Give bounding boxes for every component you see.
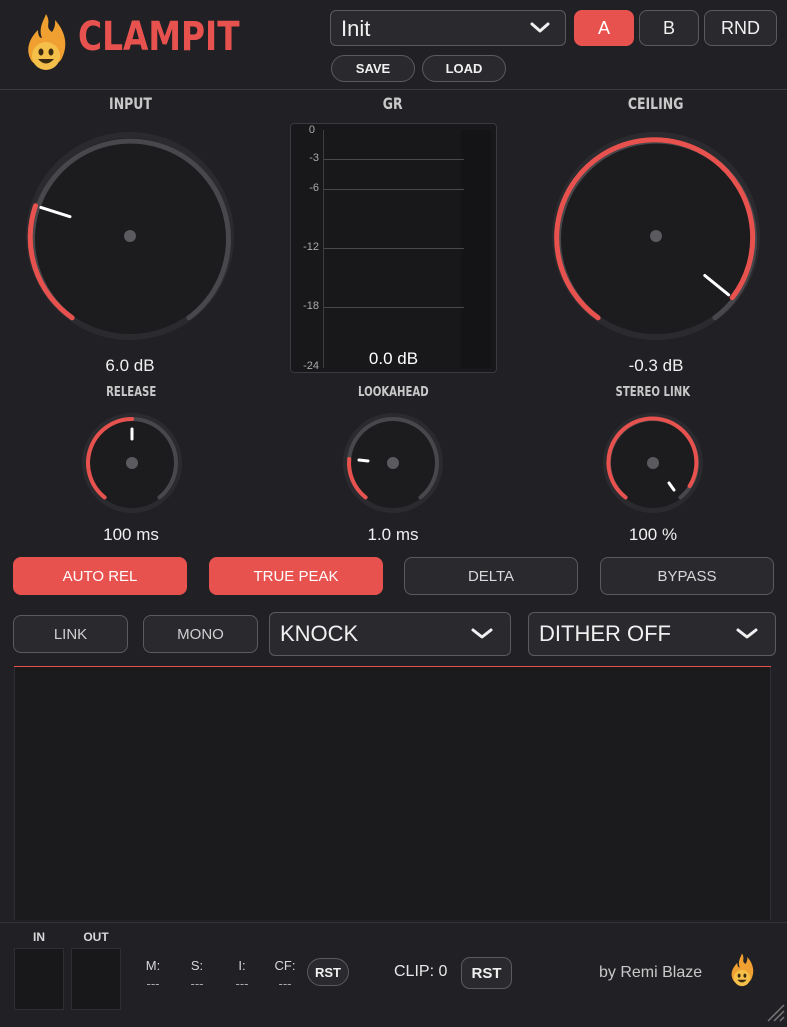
gr-scale-line [323, 130, 324, 368]
input-knob-label: INPUT [108, 94, 152, 113]
gr-scale-tick-6: -6 [309, 182, 319, 194]
gr-scale-tick-12: -12 [303, 241, 319, 253]
gr-scale-tick-24: -24 [303, 360, 319, 372]
gr-scale-tick-3: -3 [309, 152, 319, 164]
lookahead-knob-label: LOOKAHEAD [357, 385, 429, 400]
stat-cf-label: CF: [274, 958, 296, 973]
link-label: LINK [53, 625, 88, 643]
auto-rel-label: AUTO REL [62, 567, 138, 585]
waveform-display [14, 667, 771, 920]
preset-name: Init [341, 16, 371, 41]
clip-counter: CLIP: 0 [394, 963, 448, 980]
stat-s-value: --- [190, 976, 204, 991]
lookahead-knob[interactable] [341, 411, 445, 515]
resize-grip-icon[interactable] [763, 1000, 785, 1022]
ab-b-button[interactable]: B [639, 10, 699, 46]
rnd-label: RND [721, 17, 760, 38]
stat-i-value: --- [235, 976, 249, 991]
mono-label: MONO [177, 625, 224, 643]
true-peak-button[interactable]: TRUE PEAK [209, 557, 383, 595]
dither-dropdown[interactable]: DITHER OFF [528, 612, 776, 656]
footer-divider [0, 922, 787, 923]
ceiling-knob-label: CEILING [628, 94, 684, 113]
save-label: SAVE [355, 61, 391, 76]
gr-meter-label: GR [383, 94, 403, 113]
ab-a-label: A [597, 17, 610, 38]
delta-label: DELTA [467, 567, 515, 585]
ab-b-label: B [662, 17, 675, 38]
gr-meter-value: 0.0 dB [368, 349, 419, 368]
true-peak-label: TRUE PEAK [253, 567, 339, 585]
chevron-down-icon [470, 627, 494, 646]
input-knob-value: 6.0 dB [105, 356, 155, 375]
auto-rel-button[interactable]: AUTO REL [13, 557, 187, 595]
gr-meter: 0 -3 -6 -12 -18 -24 0.0 dB [290, 123, 497, 373]
clip-reset-label: RST [471, 964, 502, 982]
out-meter [71, 948, 121, 1010]
dither-dropdown-value: DITHER OFF [539, 621, 671, 646]
release-knob-label: RELEASE [105, 385, 157, 400]
stereo-link-knob[interactable] [601, 411, 705, 515]
stat-m-label: M: [145, 958, 161, 973]
lookahead-knob-value: 1.0 ms [367, 525, 419, 544]
ceiling-knob-value: -0.3 dB [628, 356, 684, 375]
out-meter-label: OUT [83, 930, 109, 944]
input-knob[interactable] [20, 126, 240, 346]
gr-gridline [324, 248, 464, 249]
gr-gridline [324, 159, 464, 160]
gr-meter-bar-track [461, 130, 491, 368]
link-button[interactable]: LINK [13, 615, 128, 653]
preset-dropdown[interactable]: Init [330, 10, 566, 46]
mode-dropdown-value: KNOCK [280, 621, 359, 646]
stats-reset-label: RST [315, 964, 341, 980]
app-title: CLAMPIT [78, 14, 240, 60]
release-knob-value: 100 ms [103, 525, 159, 544]
gr-scale-tick-18: -18 [303, 300, 319, 312]
stat-m-value: --- [146, 976, 160, 991]
stat-cf-value: --- [278, 976, 292, 991]
header-divider [0, 89, 787, 90]
bypass-button[interactable]: BYPASS [600, 557, 774, 595]
clip-reset-button[interactable]: RST [461, 957, 512, 989]
stats-reset-button[interactable]: RST [307, 958, 349, 986]
gr-gridline [324, 189, 464, 190]
delta-button[interactable]: DELTA [404, 557, 578, 595]
credit-text: by Remi Blaze [599, 964, 703, 981]
gr-gridline [324, 307, 464, 308]
stereo-link-knob-value: 100 % [628, 525, 678, 544]
chevron-down-icon [735, 627, 759, 646]
stat-i-label: I: [238, 958, 246, 973]
gr-scale-tick-0: 0 [308, 124, 315, 136]
mono-button[interactable]: MONO [143, 615, 258, 653]
stat-s-label: S: [190, 958, 204, 973]
load-button[interactable]: LOAD [422, 55, 506, 82]
mode-dropdown[interactable]: KNOCK [269, 612, 511, 656]
ab-a-button[interactable]: A [574, 10, 634, 46]
chevron-down-icon [529, 21, 551, 40]
credit-flame-icon [728, 952, 756, 990]
ceiling-knob[interactable] [546, 126, 766, 346]
bypass-label: BYPASS [657, 567, 717, 585]
stereo-link-knob-label: STEREO LINK [615, 385, 691, 400]
randomize-button[interactable]: RND [704, 10, 777, 46]
load-label: LOAD [445, 61, 483, 76]
save-button[interactable]: SAVE [331, 55, 415, 82]
logo-flame-icon [22, 12, 70, 76]
release-knob[interactable] [80, 411, 184, 515]
in-meter [14, 948, 64, 1010]
in-meter-label: IN [33, 930, 45, 944]
